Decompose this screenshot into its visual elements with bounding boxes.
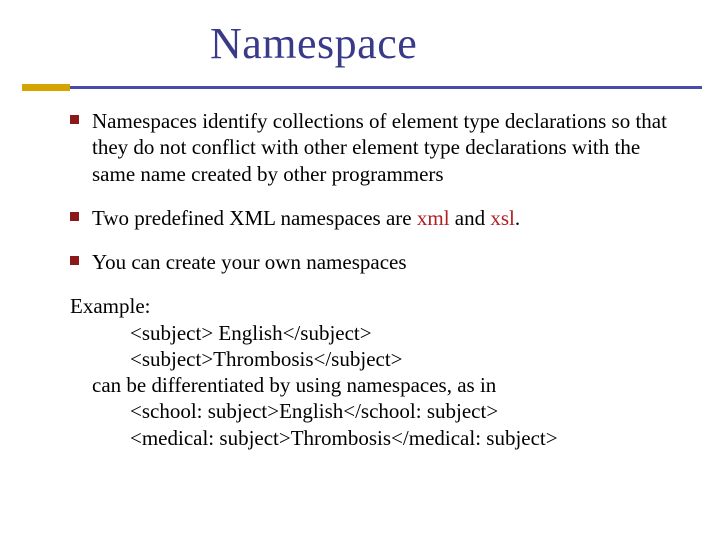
- example-line-1: <subject> English</subject>: [70, 320, 685, 346]
- bullet-3-text: You can create your own namespaces: [92, 250, 407, 274]
- bullet-2-post: .: [515, 206, 520, 230]
- bullet-2-pre: Two predefined XML namespaces are: [92, 206, 417, 230]
- bullet-square-icon: [70, 212, 79, 221]
- bullet-2-mid: and: [450, 206, 491, 230]
- title-area: Namespace: [0, 0, 720, 69]
- bullet-item-1: Namespaces identify collections of eleme…: [70, 108, 685, 187]
- bullet-square-icon: [70, 256, 79, 265]
- example-line-4: <school: subject>English</school: subjec…: [70, 398, 685, 424]
- slide: Namespace Namespaces identify collection…: [0, 0, 720, 540]
- title-rule-accent: [22, 84, 70, 91]
- example-line-2: <subject>Thrombosis</subject>: [70, 346, 685, 372]
- bullet-square-icon: [70, 115, 79, 124]
- example-line-3: can be differentiated by using namespace…: [70, 372, 685, 398]
- bullet-1-text: Namespaces identify collections of eleme…: [92, 109, 667, 186]
- term-xml: xml: [417, 206, 450, 230]
- content-area: Namespaces identify collections of eleme…: [70, 108, 685, 451]
- bullet-item-2: Two predefined XML namespaces are xml an…: [70, 205, 685, 231]
- term-xsl: xsl: [490, 206, 515, 230]
- example-label: Example:: [70, 293, 685, 319]
- bullet-item-3: You can create your own namespaces: [70, 249, 685, 275]
- slide-title: Namespace: [210, 18, 720, 69]
- title-rule-line: [22, 86, 702, 89]
- example-line-5: <medical: subject>Thrombosis</medical: s…: [70, 425, 685, 451]
- example-block: Example: <subject> English</subject> <su…: [70, 293, 685, 451]
